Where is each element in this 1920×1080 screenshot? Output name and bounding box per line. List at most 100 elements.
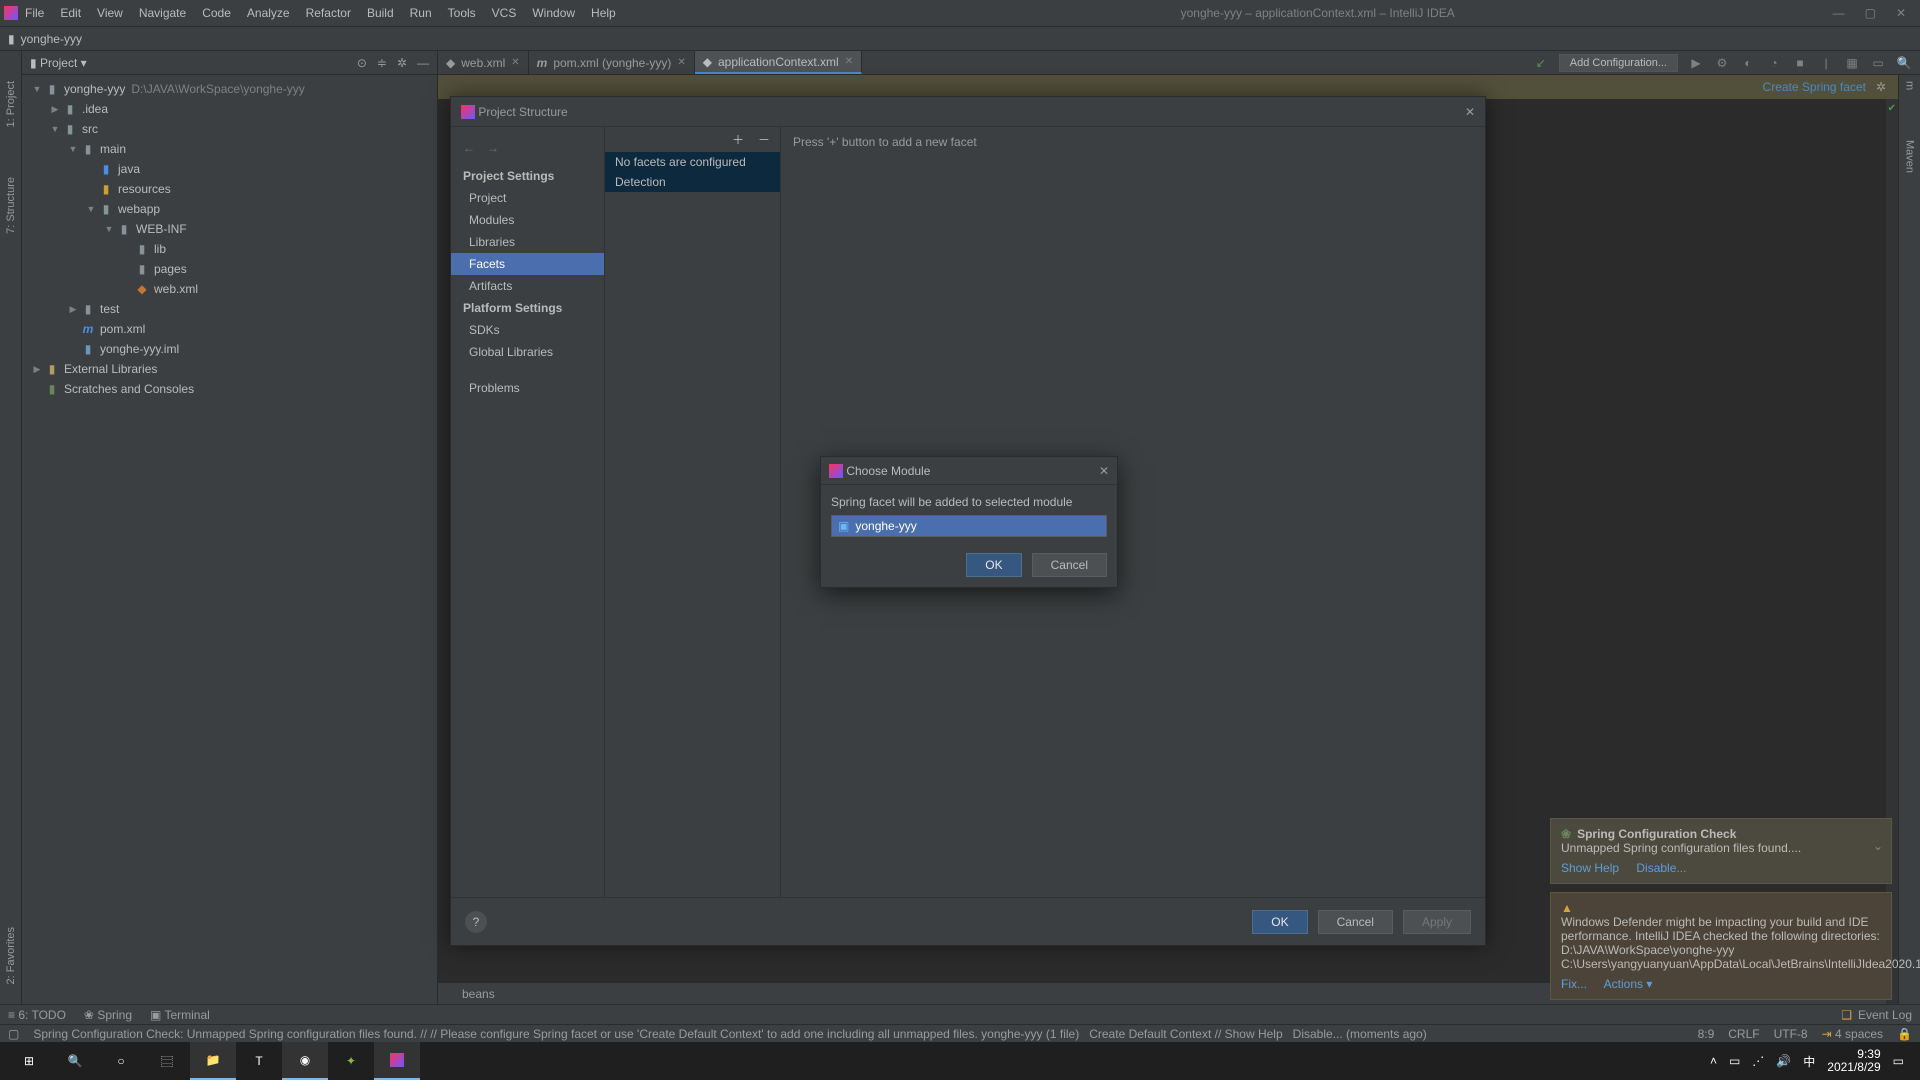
settings-icon[interactable]: ✲ <box>397 56 407 70</box>
tool-terminal[interactable]: ▣ Terminal <box>150 1008 210 1022</box>
tool-m-tab[interactable]: m <box>1904 81 1916 90</box>
tab-web-xml[interactable]: ◆web.xml✕ <box>438 51 529 74</box>
maximize-icon[interactable]: ▢ <box>1865 6 1876 20</box>
cm-ok-button[interactable]: OK <box>966 553 1021 577</box>
run-configuration-dropdown[interactable]: Add Configuration... <box>1559 54 1678 72</box>
tray-volume-icon[interactable]: 🔊 <box>1776 1054 1791 1068</box>
close-icon[interactable]: ✕ <box>1896 6 1906 20</box>
tab-close-icon[interactable]: ✕ <box>845 56 853 67</box>
ps-ok-button[interactable]: OK <box>1252 910 1307 934</box>
ps-cancel-button[interactable]: Cancel <box>1318 910 1393 934</box>
ps-apply-button[interactable]: Apply <box>1403 910 1471 934</box>
tray-wifi-icon[interactable]: ⋰ <box>1752 1054 1764 1068</box>
cm-module-item[interactable]: ▣ yonghe-yyy <box>832 516 1106 536</box>
dialog-close-icon[interactable]: ✕ <box>1465 105 1475 119</box>
tool-favorites-tab[interactable]: 2: Favorites <box>5 927 17 984</box>
tool-todo[interactable]: ≡ 6: TODO <box>8 1008 66 1022</box>
tray-ime-icon[interactable]: 中 <box>1803 1053 1815 1070</box>
remove-facet-icon[interactable]: － <box>758 131 770 148</box>
search-everywhere-icon[interactable]: 🔍 <box>1896 56 1912 70</box>
project-tree[interactable]: ▼▮yonghe-yyyD:\JAVA\WorkSpace\yonghe-yyy… <box>22 75 437 1004</box>
hide-icon[interactable]: — <box>417 56 429 70</box>
add-facet-icon[interactable]: ＋ <box>732 131 744 148</box>
layout-icon[interactable]: ▭ <box>1870 56 1886 70</box>
task-view-button[interactable]: ⿳ <box>144 1042 190 1080</box>
status-toggle-icon[interactable]: ▢ <box>8 1027 19 1041</box>
tool-structure-tab[interactable]: 7: Structure <box>5 177 17 234</box>
stop-icon[interactable]: ■ <box>1792 56 1808 70</box>
start-button[interactable]: ⊞ <box>6 1042 52 1080</box>
expand-icon[interactable]: ⌄ <box>1873 839 1883 853</box>
menu-build[interactable]: Build <box>360 3 401 23</box>
notif-fix-link[interactable]: Fix... <box>1561 977 1587 991</box>
notif-actions-link[interactable]: Actions ▾ <box>1604 977 1653 991</box>
back-icon[interactable]: ← <box>463 141 475 155</box>
search-button[interactable]: 🔍 <box>52 1042 98 1080</box>
notification-center-icon[interactable]: ▭ <box>1893 1054 1904 1068</box>
nav-libraries[interactable]: Libraries <box>451 231 604 253</box>
project-view-title[interactable]: Project ▾ <box>37 56 357 70</box>
nav-sdks[interactable]: SDKs <box>451 319 604 341</box>
menu-vcs[interactable]: VCS <box>485 3 524 23</box>
menu-window[interactable]: Window <box>525 3 582 23</box>
facet-detection[interactable]: Detection <box>605 172 780 192</box>
menu-refactor[interactable]: Refactor <box>299 3 358 23</box>
tray-battery-icon[interactable]: ▭ <box>1729 1054 1740 1068</box>
nav-facets[interactable]: Facets <box>451 253 604 275</box>
menu-code[interactable]: Code <box>195 3 238 23</box>
intellij-taskbar-icon[interactable] <box>374 1042 420 1080</box>
debug-icon[interactable]: ⚙ <box>1714 56 1730 70</box>
git-icon[interactable]: ▦ <box>1844 56 1860 70</box>
nav-artifacts[interactable]: Artifacts <box>451 275 604 297</box>
nav-global-libraries[interactable]: Global Libraries <box>451 341 604 363</box>
collapse-icon[interactable]: ≑ <box>377 56 387 70</box>
tab-pom-xml[interactable]: mpom.xml (yonghe-yyy)✕ <box>529 51 695 74</box>
run-icon[interactable]: ▶ <box>1688 56 1704 70</box>
menu-navigate[interactable]: Navigate <box>132 3 193 23</box>
minimize-icon[interactable]: — <box>1833 6 1845 20</box>
create-spring-facet-link[interactable]: Create Spring facet <box>1763 80 1866 94</box>
explorer-taskbar-icon[interactable]: 📁 <box>190 1042 236 1080</box>
taskbar-clock[interactable]: 9:39 2021/8/29 <box>1827 1048 1880 1074</box>
tab-application-context[interactable]: ◆applicationContext.xml✕ <box>695 51 862 74</box>
tool-event-log[interactable]: Event Log <box>1858 1008 1912 1022</box>
tool-maven-tab[interactable]: Maven <box>1904 140 1916 173</box>
status-line-separator[interactable]: CRLF <box>1728 1027 1759 1041</box>
menu-view[interactable]: View <box>90 3 130 23</box>
tab-close-icon[interactable]: ✕ <box>511 57 519 68</box>
banner-gear-icon[interactable]: ✲ <box>1876 80 1886 94</box>
menu-analyze[interactable]: Analyze <box>240 3 297 23</box>
cm-close-icon[interactable]: ✕ <box>1099 464 1109 478</box>
menu-file[interactable]: File <box>18 3 51 23</box>
nav-problems[interactable]: Problems <box>451 377 604 399</box>
nav-modules[interactable]: Modules <box>451 209 604 231</box>
cm-cancel-button[interactable]: Cancel <box>1032 553 1107 577</box>
menu-help[interactable]: Help <box>584 3 623 23</box>
help-icon[interactable]: ? <box>465 911 487 933</box>
notif-show-help-link[interactable]: Show Help <box>1561 861 1619 875</box>
facet-none-message[interactable]: No facets are configured <box>605 152 780 172</box>
menu-tools[interactable]: Tools <box>441 3 483 23</box>
build-icon[interactable]: ↙ <box>1533 56 1549 70</box>
text-app-taskbar-icon[interactable]: T <box>236 1042 282 1080</box>
notif-disable-link[interactable]: Disable... <box>1636 861 1686 875</box>
tray-chevron-icon[interactable]: ˄ <box>1710 1054 1717 1068</box>
tool-spring[interactable]: ❀ Spring <box>84 1008 132 1022</box>
status-disable-link[interactable]: Disable... (moments ago) <box>1293 1027 1427 1041</box>
locate-icon[interactable]: ⊙ <box>357 56 367 70</box>
chrome-taskbar-icon[interactable]: ◉ <box>282 1042 328 1080</box>
status-caret-pos[interactable]: 8:9 <box>1698 1027 1715 1041</box>
status-create-context-link[interactable]: Create Default Context // Show Help <box>1089 1027 1282 1041</box>
cortana-button[interactable]: ○ <box>98 1042 144 1080</box>
status-lock-icon[interactable]: 🔒 <box>1897 1027 1912 1041</box>
status-indent[interactable]: ⇥ 4 spaces <box>1822 1027 1883 1041</box>
status-encoding[interactable]: UTF-8 <box>1774 1027 1808 1041</box>
coverage-icon[interactable]: ◐ <box>1740 56 1756 70</box>
tool-project-tab[interactable]: 1: Project <box>5 81 17 127</box>
forward-icon[interactable]: → <box>487 141 499 155</box>
nav-project[interactable]: Project <box>451 187 604 209</box>
tab-close-icon[interactable]: ✕ <box>677 57 685 68</box>
menu-edit[interactable]: Edit <box>53 3 88 23</box>
profile-icon[interactable]: ◔ <box>1766 56 1782 70</box>
menu-run[interactable]: Run <box>403 3 439 23</box>
